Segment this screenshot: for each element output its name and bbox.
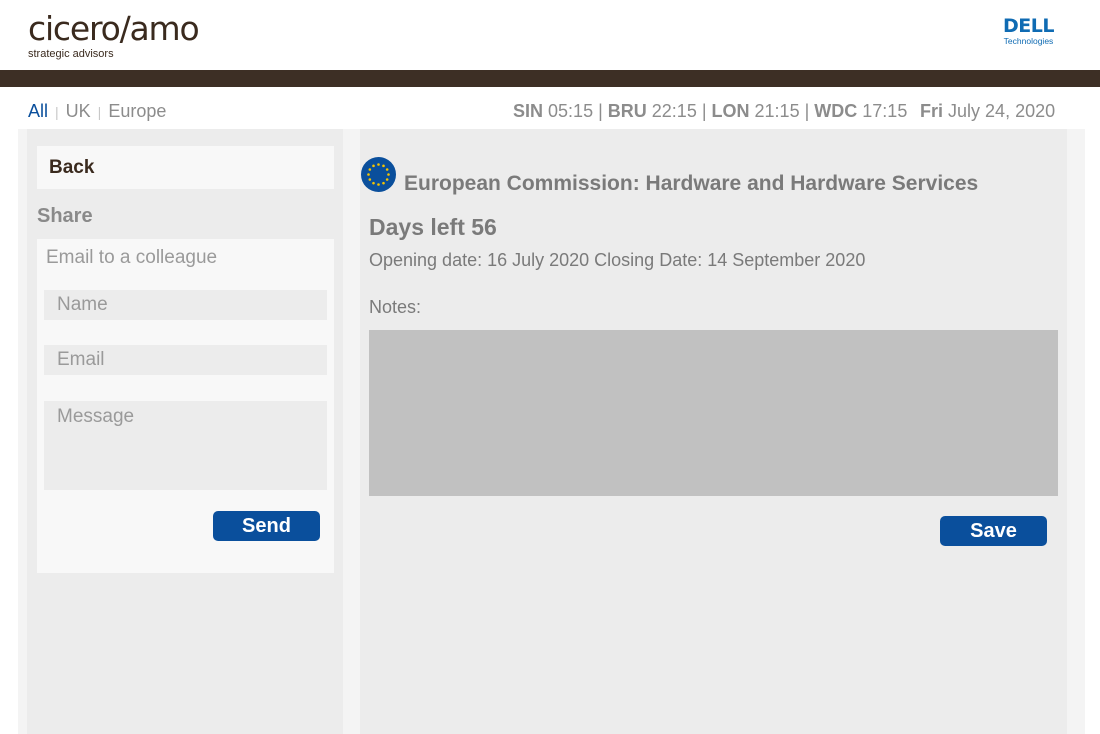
eu-star	[367, 173, 370, 176]
eu-star	[377, 183, 380, 186]
left-gutter	[0, 129, 18, 734]
eu-star	[368, 168, 372, 171]
back-button[interactable]: Back	[37, 146, 334, 189]
send-button[interactable]: Send	[213, 511, 320, 541]
page-title: European Commission: Hardware and Hardwa…	[404, 172, 979, 195]
clock-time: 21:15	[754, 101, 800, 121]
clock-separator: |	[598, 101, 603, 121]
eu-star	[377, 163, 380, 166]
filter-uk[interactable]: UK	[66, 101, 91, 122]
logo-wordmark: cicero/amo	[28, 9, 200, 48]
clock-separator: |	[701, 101, 707, 121]
share-heading: Share	[37, 205, 93, 227]
clock-bru: BRU 22:15	[608, 101, 697, 122]
clock-time: 17:15	[862, 101, 908, 121]
eu-star	[385, 168, 389, 171]
clock-time: 22:15	[651, 101, 697, 121]
eu-star	[372, 181, 375, 185]
eu-star	[382, 181, 385, 185]
days-left: Days left 56	[369, 214, 497, 240]
app-header: cicero/amo strategic advisors DELL Techn…	[0, 0, 1100, 70]
notes-input[interactable]	[369, 330, 1058, 496]
dell-technologies-logo: DELL Technologies	[1003, 16, 1054, 46]
eu-star	[385, 178, 389, 181]
current-date: Fri July 24, 2020	[920, 101, 1055, 122]
top-nav: All | UK | Europe SIN 05:15 | BRU 22:15 …	[0, 87, 1100, 129]
clock-city: WDC	[814, 101, 858, 121]
date-rest: July 24, 2020	[948, 101, 1056, 121]
header-divider-bar	[0, 70, 1100, 87]
clock-city: SIN	[513, 101, 544, 121]
save-button[interactable]: Save	[940, 516, 1047, 546]
eu-flag-icon	[361, 157, 396, 192]
dell-wordmark: DELL	[1003, 15, 1054, 37]
eu-star	[387, 173, 390, 176]
eu-star	[382, 164, 385, 168]
notes-label: Notes:	[369, 297, 422, 317]
filter-europe[interactable]: Europe	[108, 101, 166, 122]
message-input[interactable]	[44, 401, 327, 490]
clock-lon: LON 21:15	[712, 101, 800, 122]
cicero-amo-logo[interactable]: cicero/amo strategic advisors	[28, 9, 200, 61]
share-subtitle: Email to a colleague	[46, 247, 218, 268]
world-clocks: SIN 05:15 | BRU 22:15 | LON 21:15 | WDC …	[513, 101, 907, 122]
share-form: Email to a colleague Send	[37, 239, 334, 573]
eu-star	[372, 164, 375, 168]
filter-all[interactable]: All	[28, 101, 48, 122]
name-input[interactable]	[44, 290, 327, 320]
clock-sin: SIN 05:15	[513, 101, 593, 122]
clock-time: 05:15	[548, 101, 594, 121]
logo-tagline: strategic advisors	[28, 48, 114, 60]
clock-city: BRU	[607, 101, 647, 121]
email-input[interactable]	[44, 345, 327, 375]
region-filters: All | UK | Europe	[28, 101, 166, 122]
eu-star	[368, 178, 372, 181]
filter-separator: |	[97, 103, 102, 120]
tender-dates: Opening date: 16 July 2020 Closing Date:…	[369, 250, 866, 270]
tender-detail-card: Days left 56 Opening date: 16 July 2020 …	[361, 205, 1067, 734]
dell-tagline: Technologies	[1003, 36, 1054, 46]
date-day: Fri	[920, 101, 944, 121]
filter-separator: |	[55, 103, 59, 120]
eu-flag-svg	[367, 163, 390, 186]
right-gutter	[1085, 129, 1100, 734]
clock-city: LON	[711, 101, 750, 121]
clock-separator: |	[804, 101, 810, 121]
clock-wdc: WDC 17:15	[814, 101, 907, 122]
